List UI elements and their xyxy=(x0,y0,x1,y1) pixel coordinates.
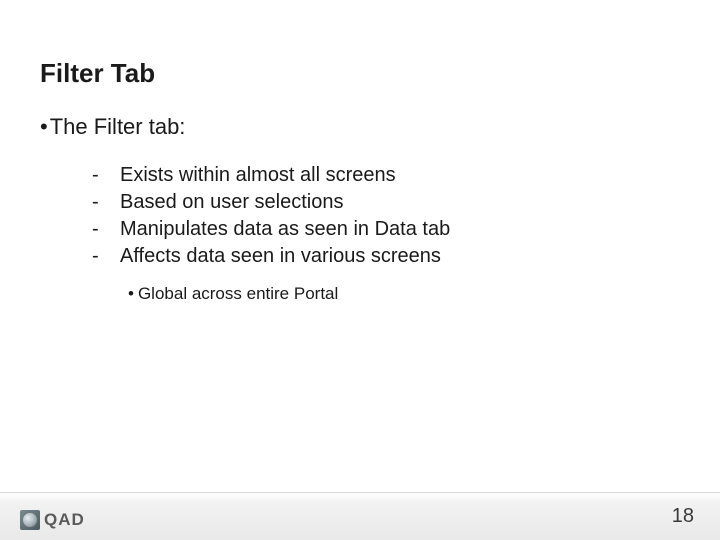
qad-logo-text: QAD xyxy=(44,510,85,530)
dash-icon: - xyxy=(92,245,120,268)
dash-icon: - xyxy=(92,164,120,187)
page-number: 18 xyxy=(672,505,694,528)
list-item: - Based on user selections xyxy=(92,191,450,214)
main-bullet-text: The Filter tab: xyxy=(50,114,186,139)
slide-title: Filter Tab xyxy=(40,58,155,89)
qad-logo-icon xyxy=(20,510,40,530)
slide: Filter Tab •The Filter tab: - Exists wit… xyxy=(0,0,720,540)
list-item-text: Exists within almost all screens xyxy=(120,164,396,187)
dash-icon: - xyxy=(92,218,120,241)
sub-bullet-text: Global across entire Portal xyxy=(138,284,338,303)
dash-list: - Exists within almost all screens - Bas… xyxy=(92,164,450,272)
list-item-text: Based on user selections xyxy=(120,191,343,214)
list-item: - Affects data seen in various screens xyxy=(92,245,450,268)
qad-logo: QAD xyxy=(20,510,85,530)
list-item-text: Affects data seen in various screens xyxy=(120,245,441,268)
slide-footer: QAD 18 xyxy=(0,492,720,540)
sub-bullet: •Global across entire Portal xyxy=(128,284,338,304)
main-bullet: •The Filter tab: xyxy=(40,114,185,140)
bullet-dot-icon: • xyxy=(40,114,48,139)
list-item: - Exists within almost all screens xyxy=(92,164,450,187)
list-item-text: Manipulates data as seen in Data tab xyxy=(120,218,450,241)
bullet-dot-icon: • xyxy=(128,284,134,303)
dash-icon: - xyxy=(92,191,120,214)
list-item: - Manipulates data as seen in Data tab xyxy=(92,218,450,241)
